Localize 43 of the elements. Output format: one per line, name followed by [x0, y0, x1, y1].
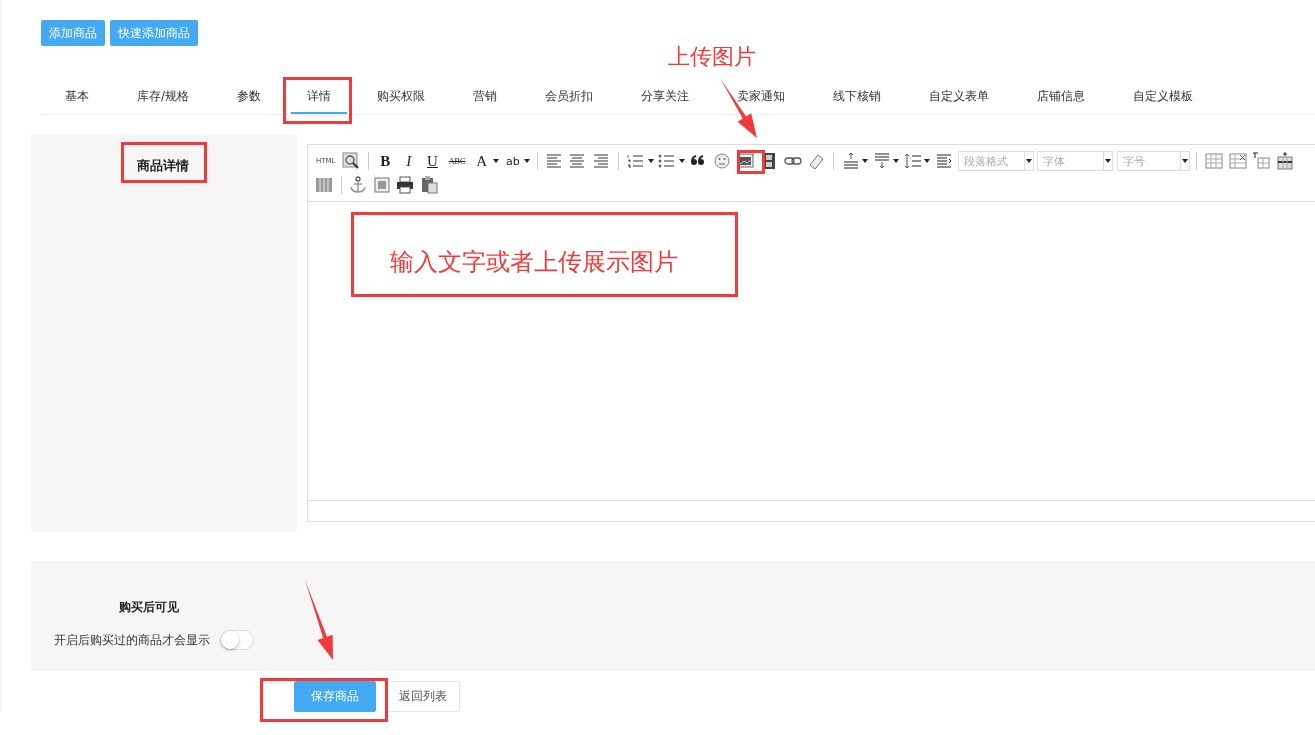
insert-row-icon[interactable]: [1274, 151, 1295, 171]
italic-button[interactable]: I: [398, 152, 419, 170]
tab[interactable]: 购买权限: [353, 76, 450, 112]
tab[interactable]: 基本: [41, 76, 113, 112]
tab[interactable]: 自定义表单: [905, 76, 1014, 112]
annotation-box: [283, 77, 352, 124]
underline-button[interactable]: U: [422, 152, 443, 170]
section-label: 商品详情: [136, 157, 189, 175]
dropdown-caret-icon[interactable]: [924, 159, 931, 163]
annotation-text: 输入文字或者上传展示图片: [390, 248, 678, 277]
tab[interactable]: 店铺信息: [1013, 76, 1110, 112]
annotation-box: [737, 150, 765, 174]
tab[interactable]: 自定义模板: [1109, 76, 1218, 112]
dropdown-caret-icon[interactable]: [893, 159, 900, 163]
tab[interactable]: 库存/规格: [113, 76, 214, 112]
dropdown-caret-icon[interactable]: [524, 159, 531, 163]
tab[interactable]: 参数: [213, 76, 286, 112]
tab[interactable]: 会员折扣: [521, 76, 618, 112]
dropdown-caret-icon[interactable]: [862, 159, 869, 163]
printer-icon[interactable]: [395, 175, 416, 195]
font-color-button[interactable]: A: [471, 152, 492, 170]
highlight-button[interactable]: ab: [502, 154, 523, 168]
columns-icon[interactable]: [314, 175, 334, 195]
tab[interactable]: 详情: [291, 76, 348, 114]
tab[interactable]: 分享关注: [617, 76, 714, 112]
dropdown-caret-icon[interactable]: [1023, 152, 1033, 170]
bold-button[interactable]: B: [375, 152, 396, 170]
dropdown-caret-icon[interactable]: [678, 159, 685, 163]
strikethrough-button[interactable]: ABC: [446, 156, 469, 166]
tab[interactable]: 线下核销: [809, 76, 906, 112]
dropdown-caret-icon[interactable]: [1179, 152, 1189, 170]
toggle-label: 开启后购买过的商品才会显示: [54, 631, 210, 649]
table-delete-icon[interactable]: [1227, 151, 1248, 171]
back-button[interactable]: 返回列表: [386, 681, 460, 712]
dropdown-caret-icon[interactable]: [647, 159, 654, 163]
tab[interactable]: 卖家通知: [713, 76, 810, 112]
anchor-icon[interactable]: [348, 175, 369, 195]
toggle-switch[interactable]: [220, 630, 254, 650]
annotation-text: 上传图片: [668, 43, 756, 71]
dropdown-caret-icon[interactable]: [1103, 152, 1113, 170]
tab[interactable]: 营销: [449, 76, 522, 112]
section-title: 购买后可见: [119, 599, 179, 616]
dropdown-caret-icon[interactable]: [493, 159, 500, 163]
